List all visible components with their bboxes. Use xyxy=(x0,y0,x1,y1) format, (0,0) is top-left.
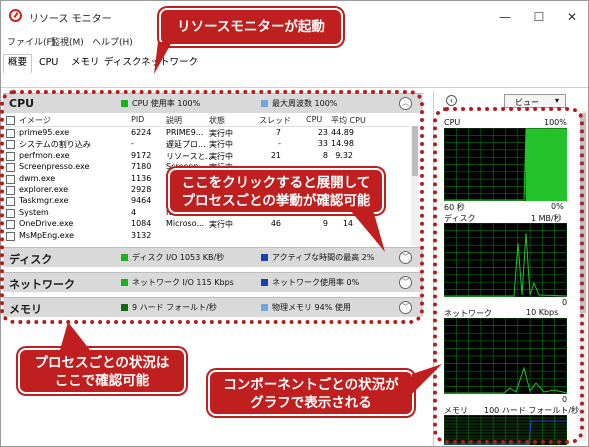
tab-overview[interactable]: 概要 xyxy=(3,54,33,73)
collapse-pane-icon[interactable]: ‹ xyxy=(446,95,457,106)
close-button[interactable]: ✕ xyxy=(559,7,585,27)
menu-help[interactable]: ヘルプ(H) xyxy=(92,35,133,48)
tab-cpu[interactable]: CPU xyxy=(35,55,62,71)
resource-monitor-icon xyxy=(9,9,22,22)
minimize-button[interactable]: — xyxy=(492,7,518,27)
view-dropdown[interactable]: ビュー ▾ xyxy=(504,94,566,108)
callout-process-pointer xyxy=(60,322,90,350)
callout-process: プロセスごとの状況は ここで確認可能 xyxy=(18,348,186,394)
callout-graph: コンポーネントごとの状況が グラフで表示される xyxy=(208,370,414,416)
menu-monitor[interactable]: 監視(M) xyxy=(51,35,84,48)
tab-bar: 概要 CPU メモリ ディスク ネットワーク xyxy=(1,49,588,88)
callout-launch-pointer xyxy=(154,42,172,74)
callout-expand-pointer xyxy=(350,210,385,252)
window-title: リソース モニター xyxy=(29,14,112,25)
menu-file[interactable]: ファイル(F) xyxy=(7,35,55,48)
callout-graph-pointer xyxy=(412,364,442,394)
callout-launch: リソースモニターが起動 xyxy=(159,8,343,46)
graph-area-highlight xyxy=(433,107,584,444)
tab-memory[interactable]: メモリ xyxy=(67,55,104,71)
chevron-down-icon: ▾ xyxy=(555,96,560,105)
maximize-button[interactable]: ☐ xyxy=(526,7,552,27)
